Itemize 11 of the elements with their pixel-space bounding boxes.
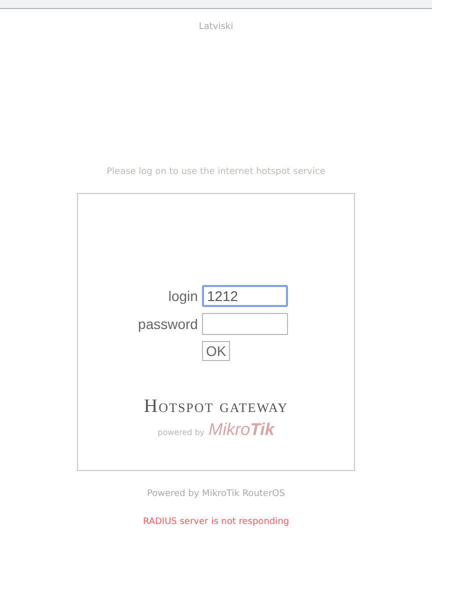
notice-text: Please log on to use the internet hotspot service <box>106 167 326 177</box>
ok-button[interactable]: OK <box>202 341 230 361</box>
footer-text: Powered by MikroTik RouterOS <box>147 489 285 499</box>
error-message: RADIUS server is not responding <box>142 517 290 527</box>
input-field[interactable] <box>202 313 288 335</box>
logo: MikroTik <box>208 420 274 440</box>
field-label: login <box>167 288 198 304</box>
field-label: password <box>138 316 198 332</box>
powered-by-text: powered by <box>158 428 205 437</box>
gateway-title: Hotspot gateway <box>144 396 288 418</box>
input-field[interactable]: 1212 <box>202 285 288 307</box>
